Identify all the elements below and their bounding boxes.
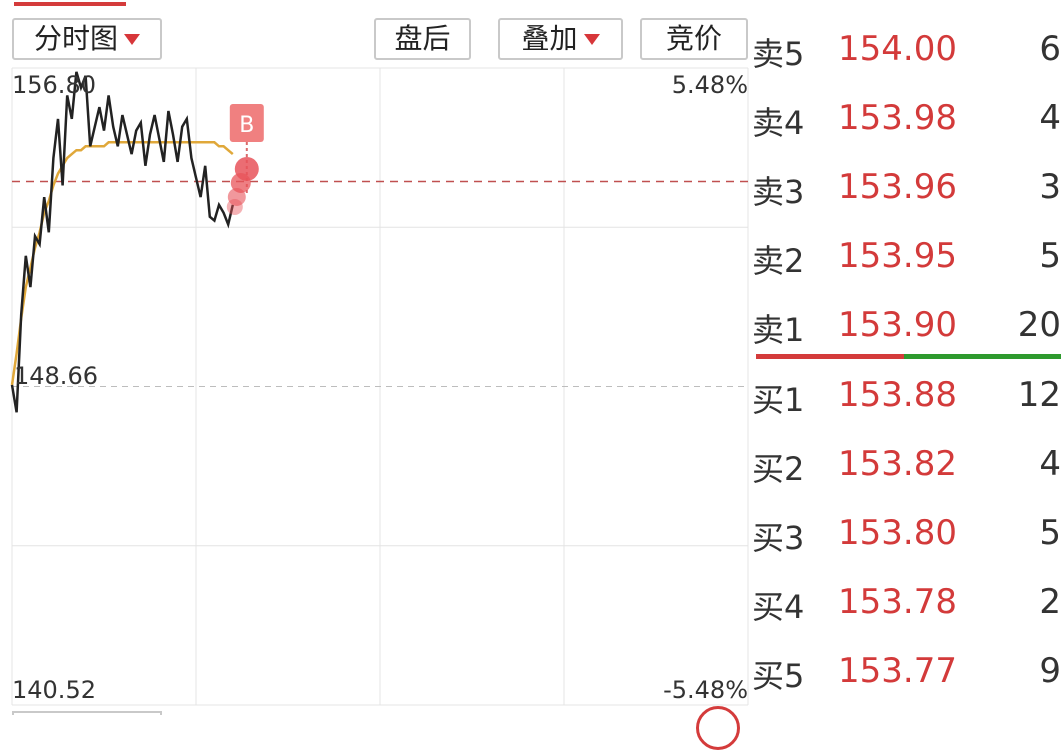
order-volume: 12: [1017, 375, 1061, 415]
signal-label: B: [239, 113, 254, 138]
ask-divider: [756, 354, 904, 359]
order-price: 153.88: [838, 375, 957, 415]
ask-row[interactable]: 卖5 154.00 6: [752, 29, 1061, 73]
order-price: 153.96: [838, 167, 957, 207]
ask-row[interactable]: 卖2 153.95 5: [752, 236, 1061, 280]
order-volume: 9: [1039, 651, 1061, 691]
bid-divider: [904, 354, 1061, 359]
order-volume: 4: [1039, 444, 1061, 484]
ask-row[interactable]: 卖4 153.98 4: [752, 98, 1061, 142]
order-side-label: 卖3: [752, 173, 805, 211]
bid-row[interactable]: 买1 153.88 12: [752, 375, 1061, 419]
intraday-chart[interactable]: B: [0, 0, 752, 715]
bid-row[interactable]: 买2 153.82 4: [752, 444, 1061, 488]
order-volume: 3: [1039, 167, 1061, 207]
order-volume: 6: [1039, 29, 1061, 69]
bid-row[interactable]: 买4 153.78 2: [752, 582, 1061, 626]
pct-low-label: -5.48%: [663, 676, 748, 704]
order-price: 153.82: [838, 444, 957, 484]
order-price: 153.98: [838, 98, 957, 138]
order-volume: 20: [1017, 305, 1061, 345]
order-volume: 5: [1039, 513, 1061, 553]
order-side-label: 买4: [752, 588, 805, 626]
order-price: 153.90: [838, 305, 957, 345]
order-price: 153.77: [838, 651, 957, 691]
pct-high-label: 5.48%: [671, 71, 748, 99]
order-volume: 5: [1039, 236, 1061, 276]
bid-row[interactable]: 买3 153.80 5: [752, 513, 1061, 557]
order-price: 153.95: [838, 236, 957, 276]
order-price: 153.80: [838, 513, 957, 553]
bottom-tab-edge: [12, 711, 162, 715]
order-price: 153.78: [838, 582, 957, 622]
order-volume: 4: [1039, 98, 1061, 138]
order-side-label: 买3: [752, 519, 805, 557]
order-side-label: 买5: [752, 657, 805, 695]
order-side-label: 卖5: [752, 35, 805, 73]
order-side-label: 卖2: [752, 242, 805, 280]
order-side-label: 卖1: [752, 311, 805, 349]
order-side-label: 卖4: [752, 104, 805, 142]
order-price: 154.00: [838, 29, 957, 69]
order-side-label: 买1: [752, 381, 805, 419]
order-side-label: 买2: [752, 450, 805, 488]
ask-row[interactable]: 卖3 153.96 3: [752, 167, 1061, 211]
price-low-label: 140.52: [12, 676, 96, 704]
bid-row[interactable]: 买5 153.77 9: [752, 651, 1061, 695]
prev-close-label: 148.66: [14, 362, 98, 390]
circle-button[interactable]: [696, 706, 740, 750]
buy-signal-marker[interactable]: B: [226, 104, 264, 215]
order-volume: 2: [1039, 582, 1061, 622]
ask-row[interactable]: 卖1 153.90 20: [752, 305, 1061, 349]
signal-dot: [226, 198, 243, 215]
price-high-label: 156.80: [12, 71, 96, 99]
average-price-line: [10, 141, 234, 386]
